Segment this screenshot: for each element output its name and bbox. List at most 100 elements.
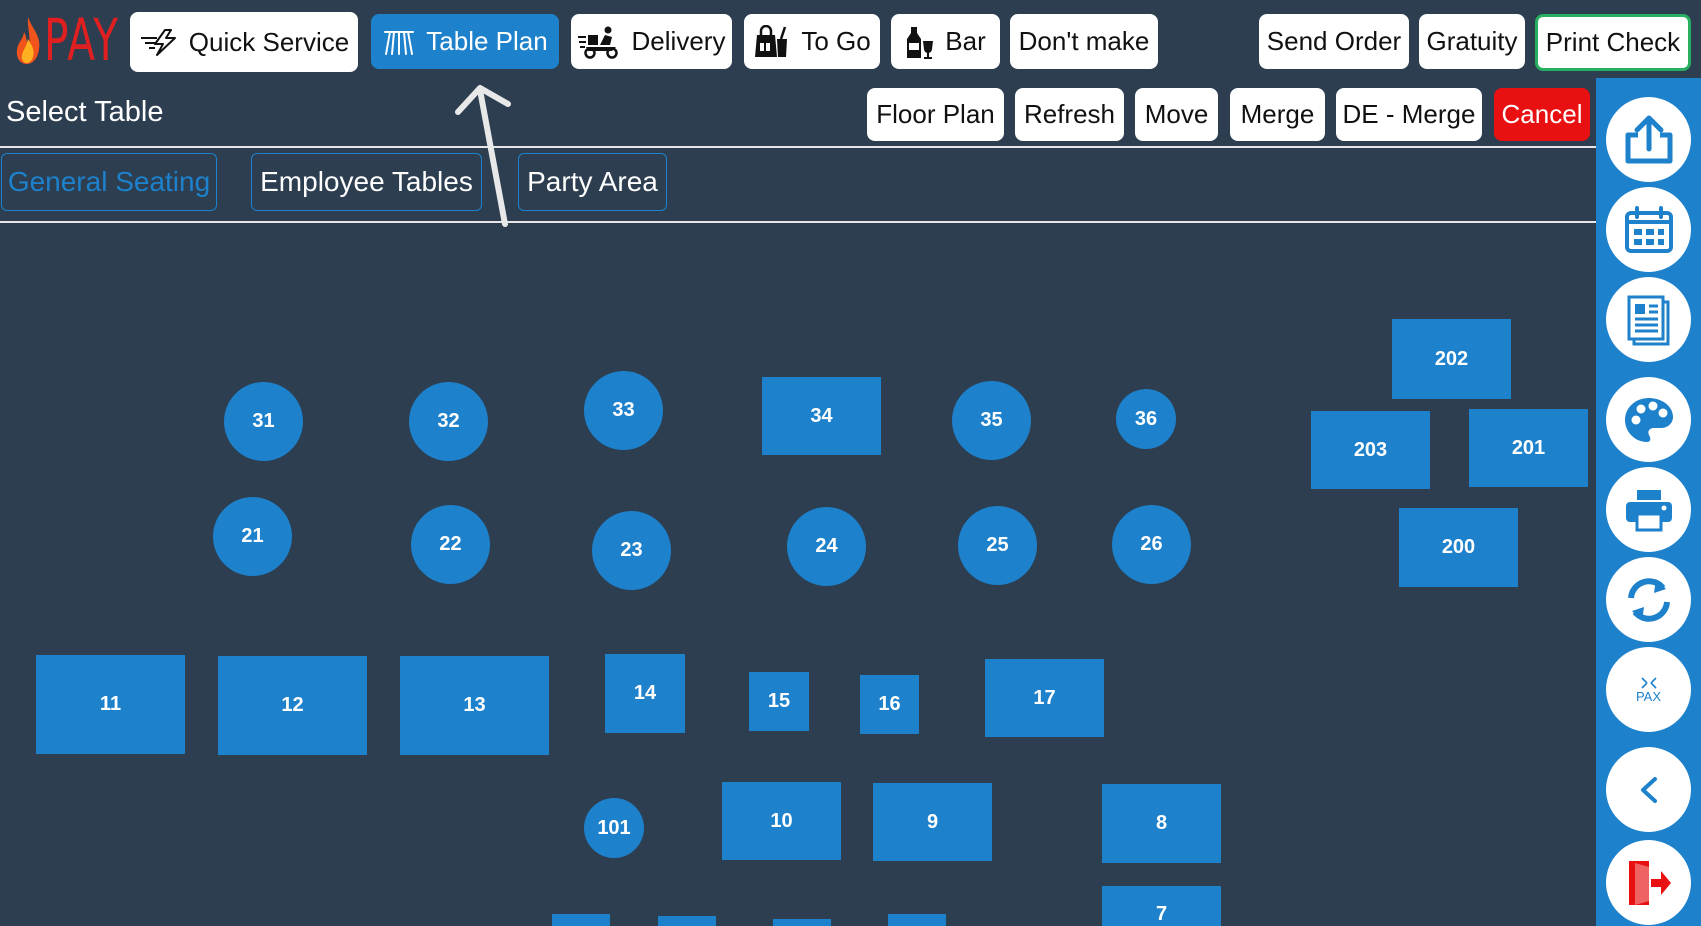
table-201[interactable]: 201: [1469, 409, 1588, 487]
print-button[interactable]: [1606, 467, 1691, 552]
table-9[interactable]: 9: [873, 783, 992, 861]
table-number: 202: [1434, 347, 1469, 370]
pax-icon: [1640, 676, 1657, 689]
table-31[interactable]: 31: [224, 382, 303, 461]
table-number: 15: [767, 690, 791, 712]
cancel-label: Cancel: [1501, 99, 1583, 129]
pax-button[interactable]: PAX: [1606, 647, 1691, 732]
delivery-scooter-icon: [577, 26, 618, 59]
table-34[interactable]: 34: [762, 377, 881, 455]
table-number: 36: [1134, 407, 1158, 430]
sync-icon: [1627, 577, 1670, 622]
table-203[interactable]: 203: [1311, 411, 1430, 489]
merge-button[interactable]: Merge: [1230, 88, 1325, 141]
pax-label: PAX: [1635, 688, 1662, 704]
table-number: 101: [597, 816, 631, 839]
table-26[interactable]: 26: [1112, 505, 1191, 584]
theme-button[interactable]: [1606, 377, 1691, 462]
bar-button[interactable]: Bar: [891, 14, 1000, 69]
table-13[interactable]: 13: [400, 656, 549, 755]
table-10[interactable]: 10: [722, 782, 841, 860]
table-16[interactable]: 16: [860, 675, 919, 734]
table-21[interactable]: 21: [213, 497, 292, 576]
tab-party-area[interactable]: Party Area: [518, 153, 667, 211]
to-go-button[interactable]: To Go: [744, 14, 880, 69]
table-25[interactable]: 25: [958, 506, 1037, 585]
refresh-label: Refresh: [1023, 99, 1116, 129]
table-number: 16: [878, 693, 901, 715]
dont-make-button[interactable]: Don't make: [1010, 14, 1158, 69]
table-number: 200: [1441, 536, 1476, 558]
table-partial[interactable]: [888, 914, 946, 926]
cancel-button[interactable]: Cancel: [1494, 88, 1590, 141]
table-200[interactable]: 200: [1399, 508, 1518, 587]
quick-service-label: Quick Service: [188, 26, 350, 57]
table-33[interactable]: 33: [584, 371, 663, 450]
table-17[interactable]: 17: [985, 659, 1104, 737]
upload-button[interactable]: [1606, 97, 1691, 182]
table-202[interactable]: 202: [1392, 319, 1511, 399]
table-12[interactable]: 12: [218, 656, 367, 755]
delivery-label: Delivery: [631, 26, 726, 56]
table-partial[interactable]: [773, 919, 831, 926]
refresh-button[interactable]: Refresh: [1015, 88, 1124, 141]
table-32[interactable]: 32: [409, 382, 488, 461]
to-go-bag-icon: [755, 24, 788, 57]
tab-general-seating[interactable]: General Seating: [1, 153, 217, 211]
table-24[interactable]: 24: [787, 507, 866, 586]
table-number: 25: [986, 534, 1009, 556]
move-button[interactable]: Move: [1135, 88, 1218, 141]
send-order-button[interactable]: Send Order: [1259, 14, 1409, 69]
table-23[interactable]: 23: [592, 511, 671, 590]
table-15[interactable]: 15: [749, 672, 809, 731]
table-plan-button[interactable]: Table Plan: [371, 14, 559, 69]
table-7[interactable]: 7: [1102, 886, 1221, 926]
table-101[interactable]: 101: [584, 798, 644, 858]
table-number: 7: [1155, 903, 1168, 925]
table-number: 33: [612, 399, 635, 421]
table-number: 31: [252, 410, 275, 432]
table-14[interactable]: 14: [605, 654, 685, 733]
quick-service-icon: [140, 29, 176, 56]
table-partial[interactable]: [658, 916, 716, 926]
table-8[interactable]: 8: [1102, 784, 1221, 863]
floor-plan-button[interactable]: Floor Plan: [867, 88, 1004, 141]
gratuity-button[interactable]: Gratuity: [1419, 14, 1525, 69]
table-11[interactable]: 11: [36, 655, 185, 754]
table-partial[interactable]: [552, 914, 610, 926]
table-number: 11: [99, 693, 122, 715]
sync-button[interactable]: [1606, 557, 1691, 642]
calendar-icon: [1624, 205, 1673, 253]
table-number: 24: [815, 535, 838, 557]
to-go-label: To Go: [801, 26, 871, 56]
divider: [0, 146, 1596, 148]
table-22[interactable]: 22: [411, 505, 490, 584]
floor-plan-label: Floor Plan: [876, 99, 995, 129]
tab-employee-tables[interactable]: Employee Tables: [251, 153, 482, 211]
de-merge-button[interactable]: DE - Merge: [1336, 88, 1482, 141]
exit-button[interactable]: [1606, 840, 1691, 925]
table-number: 12: [281, 694, 304, 716]
table-number: 13: [463, 694, 486, 716]
tab-label: Employee Tables: [260, 166, 473, 197]
table-number: 23: [620, 539, 643, 561]
table-icon: [384, 30, 415, 55]
table-number: 34: [810, 404, 833, 427]
table-number: 32: [437, 410, 460, 432]
back-button[interactable]: [1606, 747, 1691, 832]
print-check-label: Print Check: [1545, 27, 1681, 57]
delivery-button[interactable]: Delivery: [571, 14, 732, 69]
bottle-glass-icon: [907, 26, 934, 59]
table-35[interactable]: 35: [952, 381, 1031, 460]
tab-label: General Seating: [7, 166, 211, 197]
table-number: 8: [1155, 812, 1168, 834]
table-36[interactable]: 36: [1116, 389, 1176, 449]
calendar-button[interactable]: [1606, 187, 1691, 272]
back-icon: [1640, 776, 1657, 803]
move-label: Move: [1144, 99, 1209, 129]
gratuity-label: Gratuity: [1426, 26, 1518, 56]
table-number: 35: [980, 409, 1003, 431]
report-button[interactable]: [1606, 277, 1691, 362]
quick-service-button[interactable]: Quick Service: [130, 12, 358, 72]
print-check-button[interactable]: Print Check: [1535, 14, 1691, 71]
